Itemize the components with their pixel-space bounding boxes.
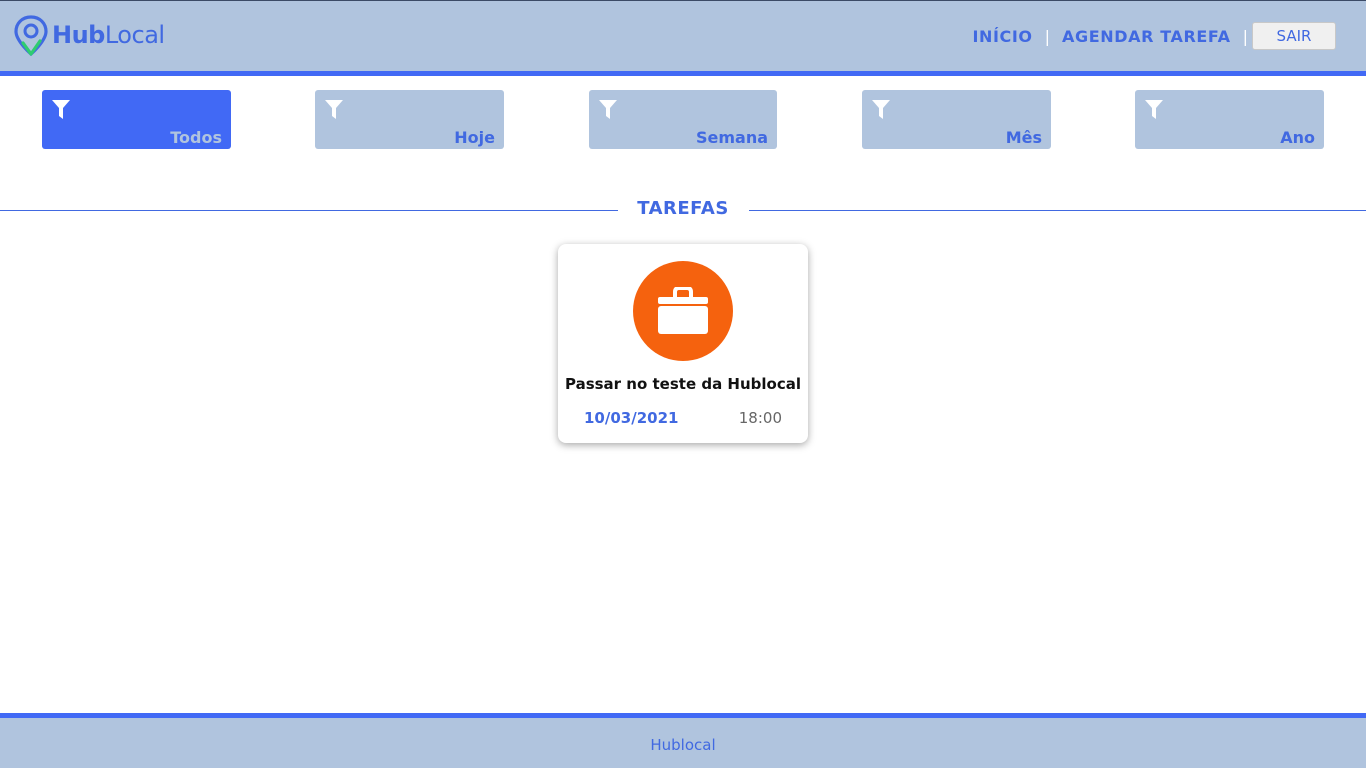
section-title: TAREFAS: [637, 198, 729, 219]
nav-schedule-task-link[interactable]: AGENDAR TAREFA: [1062, 27, 1231, 46]
filter-label: Ano: [1280, 128, 1315, 147]
task-card[interactable]: Passar no teste da Hublocal 10/03/2021 1…: [558, 244, 808, 443]
filter-icon: [599, 100, 617, 119]
logo-wordmark: HubLocal: [52, 23, 165, 47]
location-pin-icon: [14, 15, 48, 57]
filter-today-button[interactable]: Hoje: [315, 90, 504, 149]
filter-label: Semana: [695, 128, 768, 147]
filter-month-button[interactable]: Mês: [862, 90, 1051, 149]
filter-all-button[interactable]: Todos: [42, 90, 231, 149]
hublocal-logo[interactable]: HubLocal: [14, 15, 165, 57]
task-time: 18:00: [738, 409, 782, 427]
header-top-border: [0, 0, 1366, 1]
filter-icon: [872, 100, 890, 119]
nav-separator: |: [1044, 26, 1051, 46]
filter-icon: [325, 100, 343, 119]
footer-text: Hublocal: [650, 736, 716, 754]
logout-button[interactable]: SAIR: [1252, 22, 1336, 50]
filter-icon: [52, 100, 70, 119]
task-title: Passar no teste da Hublocal: [564, 375, 801, 393]
filter-label: Hoje: [454, 128, 495, 147]
logo-local-text: Local: [104, 21, 165, 49]
filter-icon: [1145, 100, 1163, 119]
briefcase-icon: [658, 287, 708, 334]
filter-week-button[interactable]: Semana: [589, 90, 777, 149]
nav-separator: |: [1242, 26, 1248, 46]
filter-year-button[interactable]: Ano: [1135, 90, 1324, 149]
logo-hub-text: Hub: [52, 21, 105, 49]
page-footer: Hublocal: [0, 713, 1366, 768]
top-header: HubLocal INÍCIO | AGENDAR TAREFA | SAIR: [0, 0, 1366, 76]
task-date: 10/03/2021: [584, 409, 679, 427]
main-nav: INÍCIO | AGENDAR TAREFA | SAIR: [972, 22, 1336, 50]
task-icon-badge: [633, 261, 733, 361]
filter-label: Todos: [170, 128, 222, 147]
filter-label: Mês: [1005, 128, 1042, 147]
nav-home-link[interactable]: INÍCIO: [972, 27, 1032, 46]
